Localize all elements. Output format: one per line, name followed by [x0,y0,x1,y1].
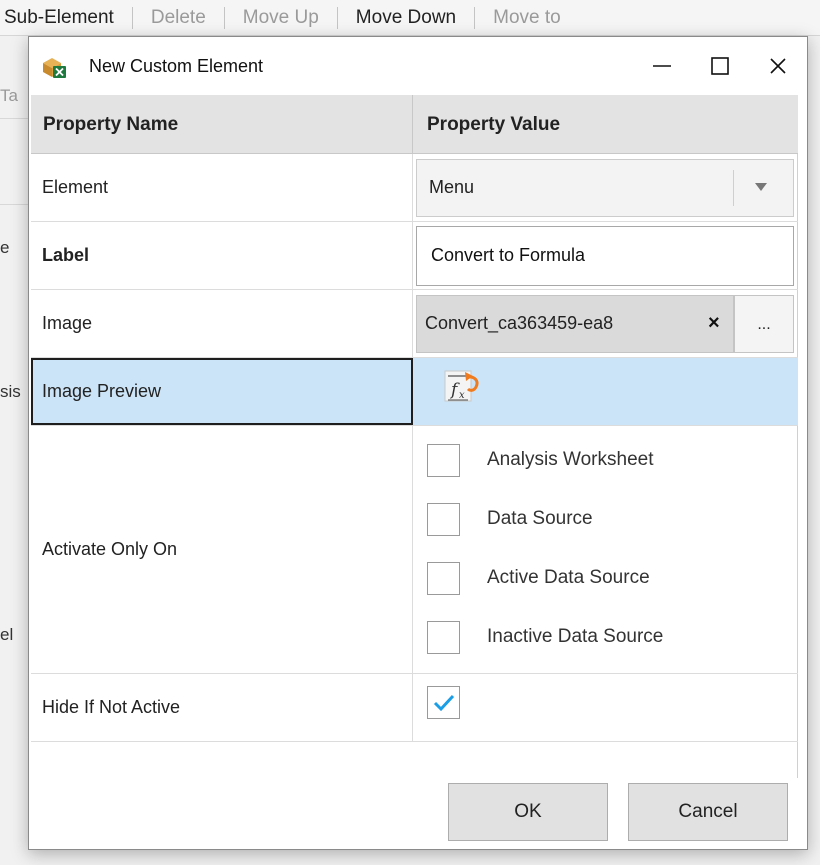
data-source-checkbox[interactable] [427,503,460,536]
cancel-button[interactable]: Cancel [628,783,788,841]
ok-button[interactable]: OK [448,783,608,841]
analysis-worksheet-label: Analysis Worksheet [487,449,654,470]
maximize-button[interactable] [690,37,750,95]
close-button[interactable] [748,37,808,95]
move-up-button[interactable]: Move Up [227,7,335,29]
data-source-label: Data Source [487,508,593,529]
close-icon [770,58,786,74]
label-value-cell: Convert to Formula [413,222,798,289]
inactive-data-source-label: Inactive Data Source [487,626,664,647]
toolbar-separator [336,6,338,29]
background-strip [808,36,820,865]
dialog-title: New Custom Element [89,56,264,76]
delete-button[interactable]: Delete [135,7,222,29]
activate-only-on-name-cell: Activate Only On [31,426,413,673]
clear-image-icon[interactable]: × [708,312,720,335]
custom-element-app-icon [43,58,66,78]
image-field-value: Convert_ca363459-ea8 [425,313,614,333]
inactive-data-source-option[interactable]: Inactive Data Source [413,609,798,667]
chevron-down-icon[interactable] [754,182,768,192]
hide-if-not-active-row: Hide If Not Active [31,674,798,742]
hide-if-not-active-value-cell [413,674,798,741]
label-row: Label Convert to Formula [31,222,798,290]
active-data-source-checkbox[interactable] [427,562,460,595]
property-grid: Property Name Property Value Element Men… [31,95,798,778]
image-preview-value-cell: f x [413,358,798,425]
background-divider [0,204,30,205]
element-row: Element Menu [31,154,798,222]
image-row: Image Convert_ca363459-ea8 × ... [31,290,798,358]
element-dropdown-value: Menu [429,177,475,197]
browse-image-button[interactable]: ... [734,295,794,353]
data-source-option[interactable]: Data Source [413,491,798,549]
background-text-fragment: Ta [0,86,18,105]
element-name-cell: Element [31,154,413,221]
image-preview-row[interactable]: Image Preview f x [31,358,798,426]
dropdown-divider [733,170,734,206]
active-data-source-option[interactable]: Active Data Source [413,550,798,608]
image-preview-name-cell: Image Preview [31,358,413,425]
checkmark-icon [433,694,454,711]
label-input-value: Convert to Formula [431,245,586,265]
hide-if-not-active-checkbox[interactable] [427,686,460,719]
inactive-data-source-checkbox[interactable] [427,621,460,654]
minimize-button[interactable] [632,37,692,95]
minimize-icon [653,65,671,67]
image-field[interactable]: Convert_ca363459-ea8 × [416,295,734,353]
activate-only-on-row: Activate Only On Analysis Worksheet Data… [31,426,798,674]
convert-to-formula-icon: f x [444,370,479,402]
analysis-worksheet-checkbox[interactable] [427,444,460,477]
element-value-cell: Menu [413,154,798,221]
background-text-fragment: sis [0,382,21,401]
move-to-button[interactable]: Move to [477,7,577,29]
maximize-icon [711,57,729,75]
sub-element-button[interactable]: Sub-Element [0,7,130,29]
analysis-worksheet-option[interactable]: Analysis Worksheet [413,432,798,490]
hide-if-not-active-name-cell: Hide If Not Active [31,674,413,741]
property-name-header: Property Name [31,95,413,154]
label-name-cell: Label [31,222,413,289]
toolbar-separator [474,6,476,29]
move-down-button[interactable]: Move Down [340,7,472,29]
image-name-cell: Image [31,290,413,357]
background-toolbar: Sub-Element Delete Move Up Move Down Mov… [0,0,820,36]
background-text-fragment: e [0,238,10,257]
background-divider [0,118,30,119]
dialog-titlebar[interactable]: New Custom Element [29,37,807,95]
element-dropdown[interactable]: Menu [416,159,794,217]
property-value-header: Property Value [427,114,561,135]
label-input[interactable]: Convert to Formula [416,226,794,286]
background-text-fragment: el [0,625,14,644]
new-custom-element-dialog: New Custom Element Property Name Propert… [28,36,808,850]
grid-header: Property Name Property Value [31,95,798,154]
toolbar-separator [131,6,133,29]
activate-only-on-value-cell: Analysis Worksheet Data Source Active Da… [413,426,798,673]
image-value-cell: Convert_ca363459-ea8 × ... [413,290,798,357]
toolbar-separator [223,6,225,29]
active-data-source-label: Active Data Source [487,567,650,588]
svg-text:x: x [459,390,465,401]
